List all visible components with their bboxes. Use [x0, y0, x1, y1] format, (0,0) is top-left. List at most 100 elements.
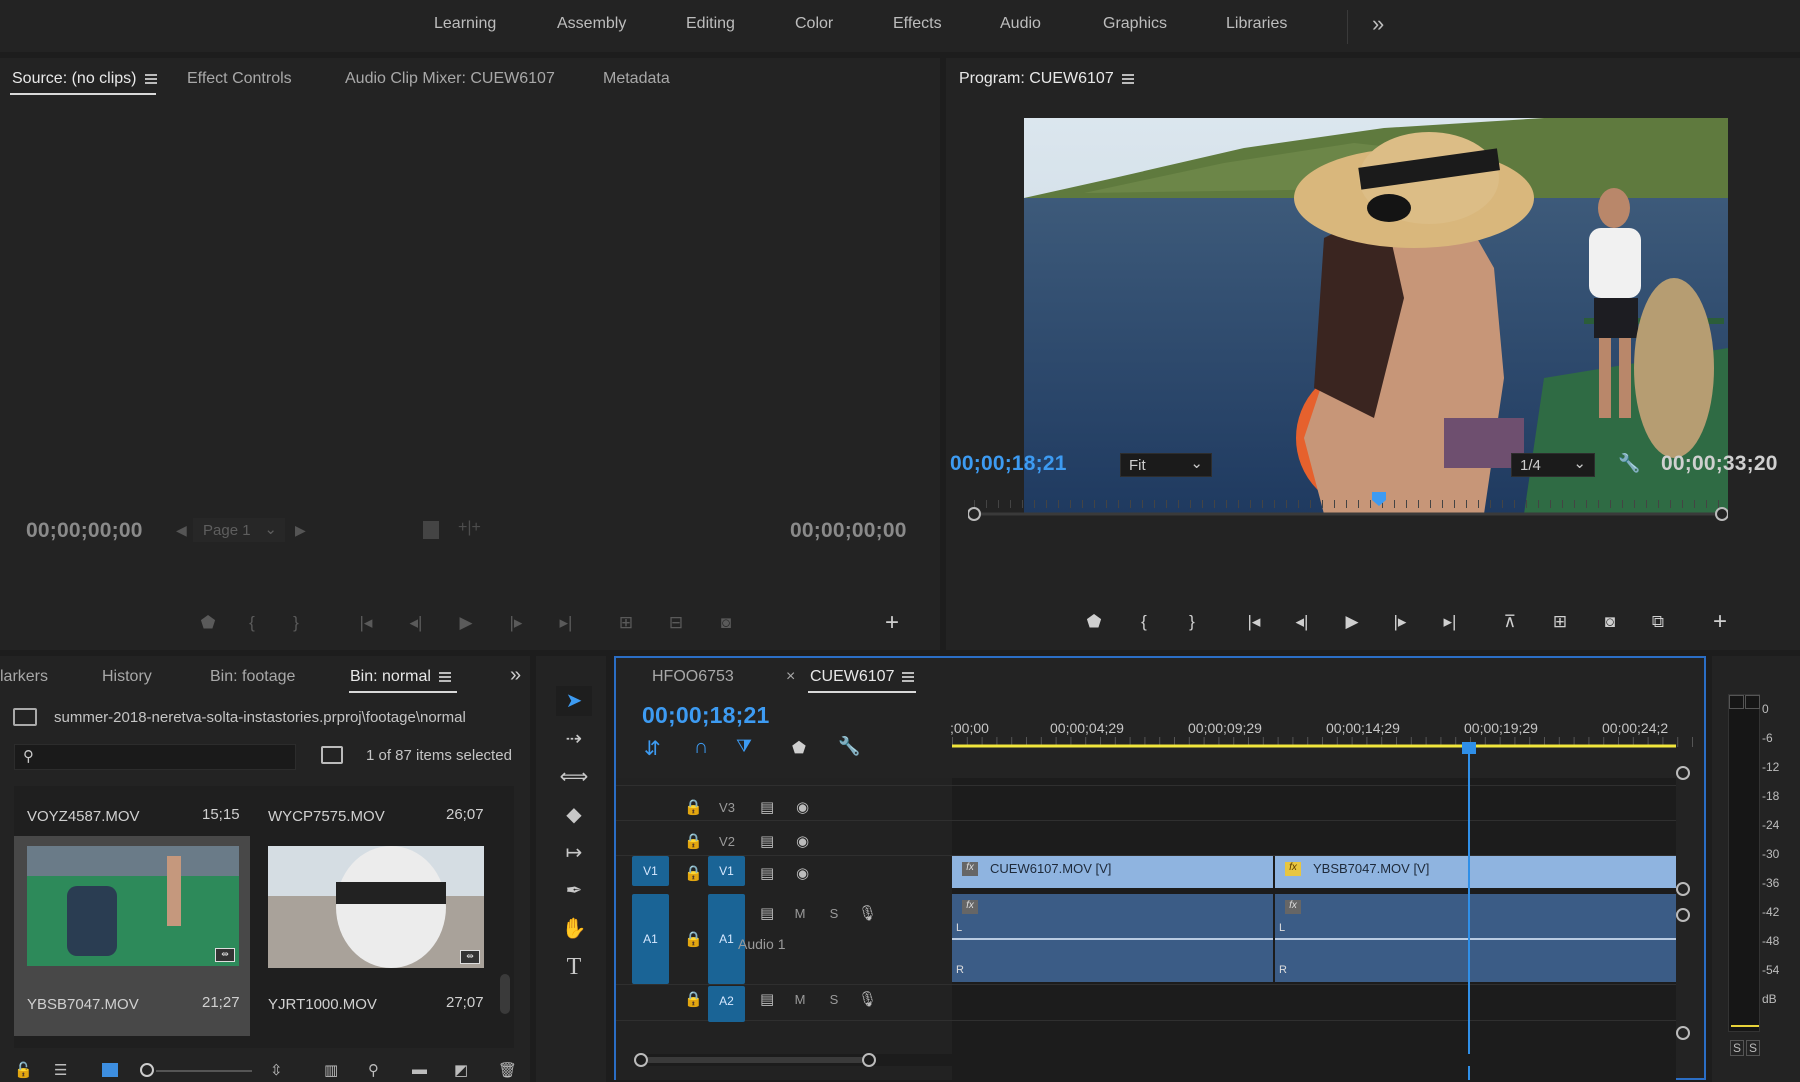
workspace-tab-learning[interactable]: Learning — [434, 15, 496, 33]
timeline-settings-wrench-icon[interactable]: 🔧 — [838, 736, 860, 757]
lock-icon[interactable]: 🔓 — [14, 1061, 33, 1079]
workspace-tab-libraries[interactable]: Libraries — [1226, 15, 1287, 33]
solo-left-button[interactable]: S — [1730, 1040, 1745, 1056]
vertical-scroll-handle[interactable] — [1676, 908, 1690, 922]
panel-menu-icon[interactable] — [1121, 73, 1134, 84]
tab-bin-normal[interactable]: Bin: normal — [350, 668, 451, 686]
tab-history[interactable]: History — [102, 668, 152, 686]
step-back-icon[interactable]: ◂| — [1290, 612, 1314, 632]
mark-out-icon[interactable]: } — [284, 613, 308, 633]
wrench-icon[interactable]: 🔧 — [1618, 453, 1640, 474]
icon-view-icon[interactable] — [102, 1063, 118, 1077]
drag-audio-icon[interactable]: +|+ — [458, 519, 481, 537]
play-icon[interactable]: ▶ — [1340, 612, 1364, 632]
program-scrubber[interactable] — [967, 490, 1729, 524]
zoom-slider-handle[interactable] — [140, 1063, 154, 1077]
workspace-overflow-icon[interactable]: » — [1372, 11, 1384, 37]
selection-tool-icon[interactable]: ➤ — [556, 686, 592, 716]
solo-button[interactable]: S — [822, 992, 846, 1007]
mark-out-icon[interactable]: } — [1180, 612, 1204, 632]
workspace-tab-assembly[interactable]: Assembly — [557, 15, 626, 33]
parent-folder-icon[interactable] — [13, 708, 37, 726]
pen-tool-icon[interactable]: ✒ — [556, 876, 592, 906]
mark-in-icon[interactable]: { — [1132, 612, 1156, 632]
go-to-in-icon[interactable]: |◂ — [354, 613, 378, 633]
list-item-selected[interactable]: ⇹ YBSB7047.MOV 21;27 — [14, 836, 250, 1036]
camera-icon[interactable]: ◙ — [714, 613, 738, 633]
tab-audio-clip-mixer[interactable]: Audio Clip Mixer: CUEW6107 — [345, 70, 555, 88]
insert-icon[interactable]: ⊞ — [614, 613, 638, 633]
list-view-icon[interactable]: ☰ — [54, 1061, 67, 1079]
sort-icon[interactable]: ⇳ — [270, 1061, 283, 1079]
scroll-handle-left[interactable] — [634, 1053, 648, 1067]
tab-markers[interactable]: larkers — [0, 668, 48, 686]
microphone-icon[interactable]: 🎙 — [858, 990, 877, 1008]
workspace-tab-editing[interactable]: Editing — [686, 15, 735, 33]
mark-in-icon[interactable]: { — [240, 613, 264, 633]
track-target-a2[interactable]: A2 — [708, 986, 745, 1022]
workspace-tab-audio[interactable]: Audio — [1000, 15, 1041, 33]
vertical-scroll-handle[interactable] — [1676, 766, 1690, 780]
scroll-handle-right[interactable] — [862, 1053, 876, 1067]
page-select[interactable]: Page 1 ⌄ — [193, 518, 285, 542]
slip-tool-icon[interactable]: ↦ — [556, 838, 592, 868]
source-timecode-duration[interactable]: 00;00;00;00 — [790, 519, 907, 543]
drag-video-icon[interactable] — [423, 521, 439, 539]
video-clip[interactable]: fx YBSB7047.MOV [V] — [1275, 856, 1676, 888]
source-timecode-in[interactable]: 00;00;00;00 — [26, 519, 143, 543]
panel-overflow-icon[interactable]: » — [510, 664, 521, 687]
list-item[interactable]: WYCP7575.MOV 26;07 — [268, 786, 508, 836]
sync-lock-icon[interactable]: ▤ — [760, 798, 774, 816]
snap-magnet-icon[interactable]: ∩ — [694, 736, 708, 759]
ripple-edit-tool-icon[interactable]: ⟺ — [556, 762, 592, 792]
bin-scrollbar[interactable] — [500, 974, 510, 1014]
next-page-icon[interactable]: ▶ — [295, 522, 306, 539]
camera-icon[interactable]: ◙ — [1598, 612, 1622, 632]
step-back-icon[interactable]: ◂| — [404, 613, 428, 633]
microphone-icon[interactable]: 🎙 — [858, 904, 877, 922]
comparison-view-icon[interactable]: ⧉ — [1646, 612, 1670, 632]
zoom-level-select[interactable]: Fit — [1120, 453, 1212, 477]
panel-menu-icon[interactable] — [438, 671, 451, 682]
find-icon[interactable]: ⚲ — [368, 1061, 379, 1079]
lock-icon[interactable]: 🔒 — [684, 798, 703, 816]
playback-resolution-select[interactable]: 1/4 — [1511, 453, 1595, 477]
workspace-tab-color[interactable]: Color — [795, 15, 833, 33]
automate-to-sequence-icon[interactable]: ▥ — [324, 1061, 338, 1079]
overwrite-icon[interactable]: ⊟ — [664, 613, 688, 633]
marker-icon[interactable]: ⬟ — [1082, 612, 1106, 632]
sync-lock-icon[interactable]: ▤ — [760, 864, 774, 882]
find-icon[interactable] — [321, 746, 343, 764]
program-timecode-duration[interactable]: 00;00;33;20 — [1661, 452, 1778, 476]
sync-lock-icon[interactable]: ▤ — [760, 990, 774, 1008]
mute-button[interactable]: M — [788, 906, 812, 921]
lock-icon[interactable]: 🔒 — [684, 930, 703, 948]
new-item-icon[interactable]: ◩ — [454, 1061, 468, 1079]
video-clip[interactable]: fx CUEW6107.MOV [V] — [952, 856, 1273, 888]
panel-menu-icon[interactable] — [144, 73, 157, 84]
tab-sequence-hfoo6753[interactable]: HFOO6753 — [652, 668, 734, 686]
hand-tool-icon[interactable]: ✋ — [556, 914, 592, 944]
marker-icon[interactable]: ⬟ — [196, 613, 220, 633]
panel-menu-icon[interactable] — [902, 671, 915, 682]
list-item[interactable]: ⇹ YJRT1000.MOV 27;07 — [268, 836, 504, 1036]
search-input[interactable]: ⚲ — [14, 744, 296, 770]
lift-icon[interactable]: ⊼ — [1498, 612, 1522, 632]
audio-clip[interactable]: fx L R — [952, 894, 1273, 982]
zoom-slider[interactable] — [156, 1070, 252, 1072]
lock-icon[interactable]: 🔒 — [684, 990, 703, 1008]
sync-lock-icon[interactable]: ▤ — [760, 832, 774, 850]
vertical-scroll-handle[interactable] — [1676, 882, 1690, 896]
mute-button[interactable]: M — [788, 992, 812, 1007]
play-icon[interactable]: ▶ — [454, 613, 478, 633]
tab-sequence-cuew6107[interactable]: CUEW6107 — [810, 668, 915, 686]
time-ruler[interactable]: ;00;00 00;00;04;29 00;00;09;29 00;00;14;… — [950, 714, 1694, 748]
linked-selection-icon[interactable]: ⧩ — [736, 736, 752, 757]
go-to-out-icon[interactable]: ▸| — [554, 613, 578, 633]
tab-source[interactable]: Source: (no clips) — [12, 70, 157, 88]
add-marker-icon[interactable]: ⬟ — [792, 738, 806, 758]
source-patch-v1[interactable]: V1 — [632, 856, 669, 886]
track-select-tool-icon[interactable]: ⇢ — [556, 724, 592, 754]
list-item[interactable]: VOYZ4587.MOV 15;15 — [14, 786, 254, 836]
trash-icon[interactable]: 🗑 — [498, 1061, 517, 1079]
